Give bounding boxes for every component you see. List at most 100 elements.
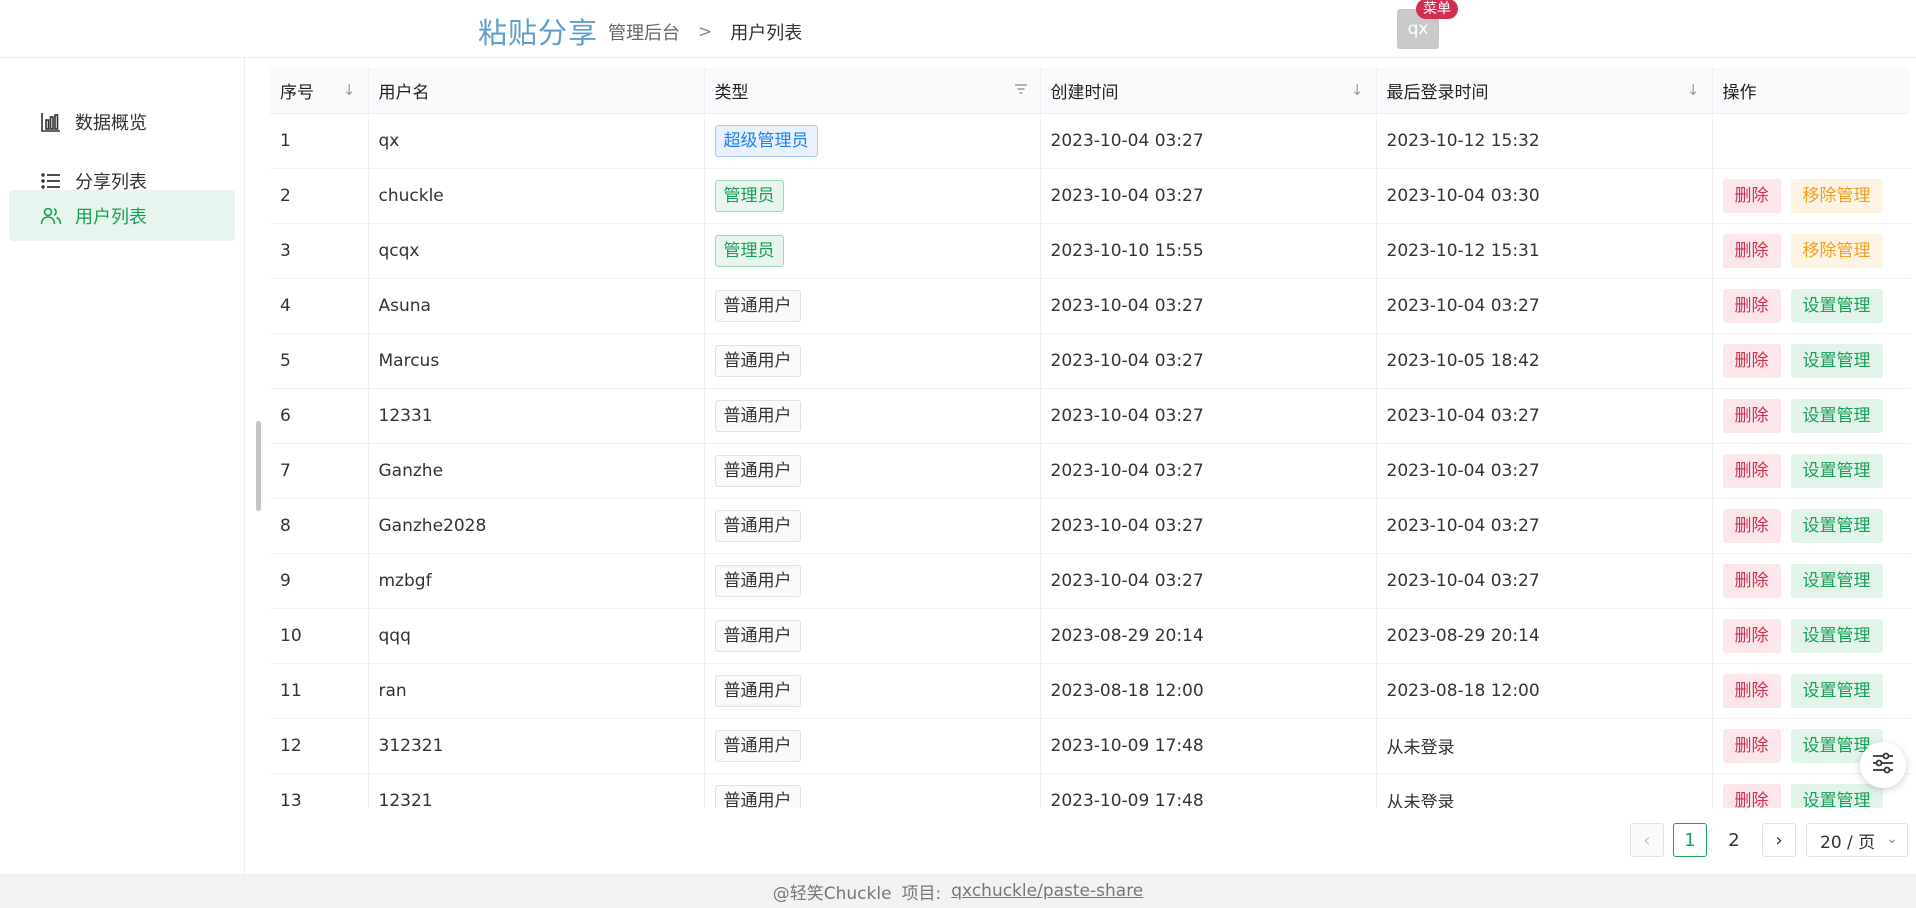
cell-last-login: 2023-08-18 12:00 bbox=[1376, 663, 1713, 719]
delete-button[interactable]: 删除 bbox=[1722, 343, 1781, 378]
cell-type: 普通用户 bbox=[704, 718, 1041, 774]
table-row[interactable]: 7 Ganzhe 普通用户 2023-10-04 03:27 2023-10-04 03… bbox=[270, 443, 1910, 499]
prev-page-button[interactable]: ‹ bbox=[1630, 823, 1664, 857]
table-row[interactable]: 3 qcqx 管理员 2023-10-10 15:55 2023-10-12 15:31… bbox=[270, 223, 1910, 279]
cell-index: 1 bbox=[270, 113, 369, 169]
table-row[interactable]: 5 Marcus 普通用户 2023-10-04 03:27 2023-10-05 18… bbox=[270, 333, 1910, 389]
table-row[interactable]: 2 chuckle 管理员 2023-10-04 03:27 2023-10-04 03… bbox=[270, 168, 1910, 224]
delete-button[interactable]: 删除 bbox=[1722, 563, 1781, 598]
delete-button[interactable]: 删除 bbox=[1722, 673, 1781, 708]
set-admin-button[interactable]: 设置管理 bbox=[1790, 673, 1883, 708]
cell-last-login: 2023-10-05 18:42 bbox=[1376, 333, 1713, 389]
delete-button[interactable]: 删除 bbox=[1722, 398, 1781, 433]
cell-username: ran bbox=[368, 663, 705, 719]
table-row[interactable]: 4 Asuna 普通用户 2023-10-04 03:27 2023-10-04 03:… bbox=[270, 278, 1910, 334]
chevron-down-icon: ⌄ bbox=[1886, 831, 1898, 847]
sort-icon[interactable]: ↓ bbox=[343, 81, 356, 99]
table-row[interactable]: 13 12321 普通用户 2023-10-09 17:48 从未登录 删除 设置管理 bbox=[270, 773, 1910, 808]
cell-type: 普通用户 bbox=[704, 278, 1041, 334]
footer-project-label: 项目: bbox=[901, 883, 942, 904]
cell-index: 5 bbox=[270, 333, 369, 389]
page-button-1[interactable]: 1 bbox=[1673, 823, 1707, 857]
cell-actions: 删除 设置管理 bbox=[1712, 388, 1910, 444]
footer-author: @轻笑Chuckle bbox=[772, 883, 892, 904]
cell-created: 2023-10-09 17:48 bbox=[1040, 718, 1377, 774]
brand-title[interactable]: 粘贴分享 bbox=[478, 10, 598, 52]
delete-button[interactable]: 删除 bbox=[1722, 233, 1781, 268]
footer-project-link[interactable]: qxchuckle/paste-share bbox=[951, 881, 1143, 901]
remove-admin-button[interactable]: 移除管理 bbox=[1790, 233, 1883, 268]
next-page-button[interactable]: › bbox=[1762, 823, 1796, 857]
filter-icon[interactable] bbox=[1014, 81, 1028, 99]
breadcrumb-item-admin[interactable]: 管理后台 bbox=[608, 19, 680, 45]
cell-index: 13 bbox=[270, 773, 369, 808]
sort-icon[interactable]: ↓ bbox=[1687, 81, 1700, 99]
cell-actions: 删除 设置管理 bbox=[1712, 443, 1910, 499]
delete-button[interactable]: 删除 bbox=[1722, 453, 1781, 488]
cell-actions: 删除 设置管理 bbox=[1712, 608, 1910, 664]
cell-created: 2023-10-04 03:27 bbox=[1040, 168, 1377, 224]
page-button-2[interactable]: 2 bbox=[1717, 823, 1751, 857]
menu-badge: 菜单 bbox=[1416, 0, 1458, 19]
bar-chart-icon bbox=[39, 110, 63, 134]
breadcrumb-item-current: 用户列表 bbox=[730, 23, 803, 44]
sort-icon[interactable]: ↓ bbox=[1351, 81, 1364, 99]
table-row[interactable]: 10 qqq 普通用户 2023-08-29 20:14 2023-08-29 20:1… bbox=[270, 608, 1910, 664]
cell-last-login: 2023-08-29 20:14 bbox=[1376, 608, 1713, 664]
cell-actions: 删除 设置管理 bbox=[1712, 333, 1910, 389]
cell-username: Asuna bbox=[368, 278, 705, 334]
set-admin-button[interactable]: 设置管理 bbox=[1790, 783, 1883, 808]
page-size-value: 20 / 页 bbox=[1820, 832, 1876, 853]
set-admin-button[interactable]: 设置管理 bbox=[1790, 288, 1883, 323]
sidebar-item-label: 用户列表 bbox=[75, 206, 147, 228]
cell-created: 2023-10-09 17:48 bbox=[1040, 773, 1377, 808]
user-type-tag: 普通用户 bbox=[714, 289, 801, 322]
user-menu[interactable]: qx 菜单 bbox=[1397, 0, 1458, 49]
table-row[interactable]: 8 Ganzhe2028 普通用户 2023-10-04 03:27 2023-10-0… bbox=[270, 498, 1910, 554]
delete-button[interactable]: 删除 bbox=[1722, 728, 1781, 763]
cell-username: 12321 bbox=[368, 773, 705, 808]
column-header-type: 类型 bbox=[704, 68, 1041, 114]
cell-created: 2023-10-04 03:27 bbox=[1040, 278, 1377, 334]
set-admin-button[interactable]: 设置管理 bbox=[1790, 508, 1883, 543]
delete-button[interactable]: 删除 bbox=[1722, 178, 1781, 213]
column-header-last-login[interactable]: 最后登录时间 ↓ bbox=[1376, 68, 1713, 114]
set-admin-button[interactable]: 设置管理 bbox=[1790, 453, 1883, 488]
remove-admin-button[interactable]: 移除管理 bbox=[1790, 178, 1883, 213]
delete-button[interactable]: 删除 bbox=[1722, 618, 1781, 653]
cell-actions: 删除 移除管理 bbox=[1712, 168, 1910, 224]
cell-index: 8 bbox=[270, 498, 369, 554]
table-row[interactable]: 12 312321 普通用户 2023-10-09 17:48 从未登录 删除 设置管理 bbox=[270, 718, 1910, 774]
sidebar-item-users[interactable]: 用户列表 bbox=[9, 190, 235, 241]
settings-float-button[interactable] bbox=[1860, 742, 1906, 788]
user-type-tag: 普通用户 bbox=[714, 454, 801, 487]
table-row[interactable]: 1 qx 超级管理员 2023-10-04 03:27 2023-10-12 15:32 bbox=[270, 113, 1910, 169]
sidebar-scrollbar[interactable] bbox=[256, 421, 261, 511]
delete-button[interactable]: 删除 bbox=[1722, 783, 1781, 808]
table-row[interactable]: 6 12331 普通用户 2023-10-04 03:27 2023-10-04 03:… bbox=[270, 388, 1910, 444]
table-row[interactable]: 11 ran 普通用户 2023-08-18 12:00 2023-08-18 12:0… bbox=[270, 663, 1910, 719]
set-admin-button[interactable]: 设置管理 bbox=[1790, 563, 1883, 598]
cell-type: 普通用户 bbox=[704, 333, 1041, 389]
cell-actions: 删除 设置管理 bbox=[1712, 663, 1910, 719]
delete-button[interactable]: 删除 bbox=[1722, 508, 1781, 543]
table-row[interactable]: 9 mzbgf 普通用户 2023-10-04 03:27 2023-10-04 03:… bbox=[270, 553, 1910, 609]
table-body: 1 qx 超级管理员 2023-10-04 03:27 2023-10-12 15:32… bbox=[270, 113, 1910, 808]
cell-type: 管理员 bbox=[704, 223, 1041, 279]
cell-actions: 删除 设置管理 bbox=[1712, 278, 1910, 334]
page-size-select[interactable]: 20 / 页 ⌄ bbox=[1806, 823, 1908, 857]
set-admin-button[interactable]: 设置管理 bbox=[1790, 618, 1883, 653]
cell-index: 10 bbox=[270, 608, 369, 664]
delete-button[interactable]: 删除 bbox=[1722, 288, 1781, 323]
column-header-created[interactable]: 创建时间 ↓ bbox=[1040, 68, 1377, 114]
sidebar-item-overview[interactable]: 数据概览 bbox=[9, 96, 235, 147]
user-type-tag: 普通用户 bbox=[714, 509, 801, 542]
column-header-index[interactable]: 序号 ↓ bbox=[270, 68, 369, 114]
column-header-actions: 操作 bbox=[1712, 68, 1910, 114]
set-admin-button[interactable]: 设置管理 bbox=[1790, 398, 1883, 433]
cell-last-login: 从未登录 bbox=[1376, 773, 1713, 808]
cell-type: 普通用户 bbox=[704, 553, 1041, 609]
cell-index: 7 bbox=[270, 443, 369, 499]
user-table-container[interactable]: 序号 ↓ 用户名 类型 创建时间 ↓ 最后登录时间 ↓ 操作 1 qx 超级管理员 2023… bbox=[270, 68, 1910, 808]
set-admin-button[interactable]: 设置管理 bbox=[1790, 343, 1883, 378]
